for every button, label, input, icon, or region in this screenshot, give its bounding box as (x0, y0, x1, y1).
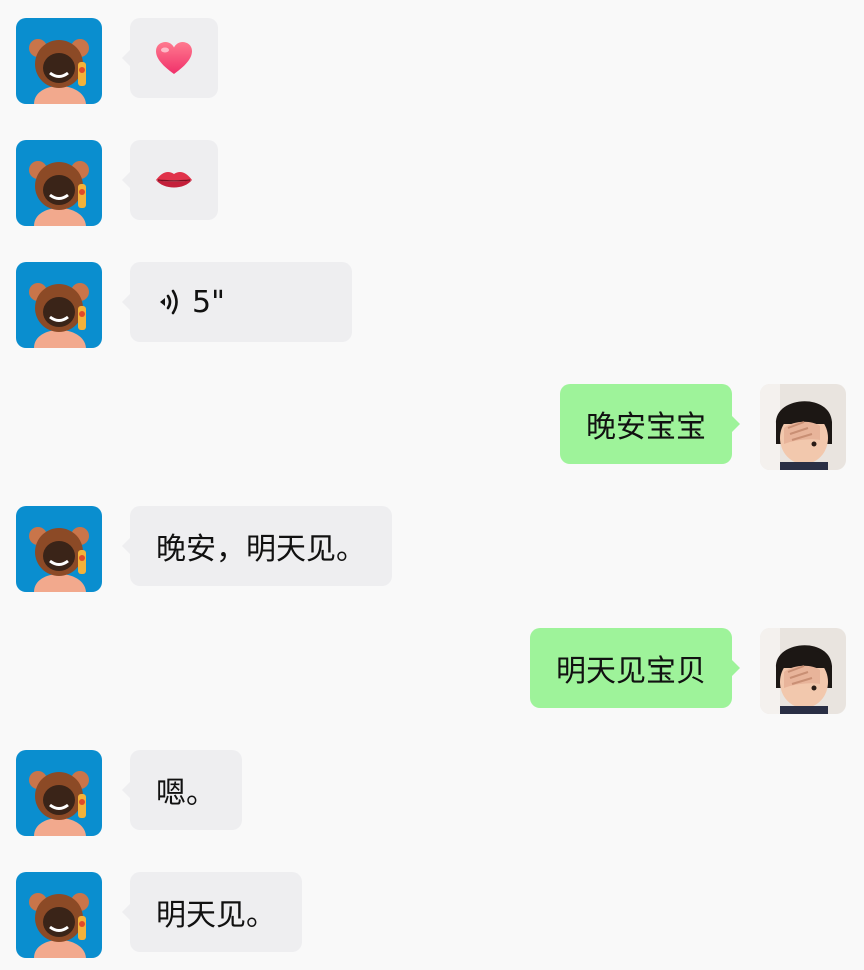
voice-message-bubble[interactable]: 5" (122, 262, 352, 342)
message-row (0, 18, 864, 104)
message-text: 嗯。 (156, 776, 216, 811)
message-bubble[interactable]: 明天见。 (122, 872, 302, 952)
message-row: 嗯。 (0, 750, 864, 836)
message-bubble[interactable]: 明天见宝贝 (530, 628, 740, 708)
child-photo-avatar-icon (760, 628, 846, 714)
message-text: 晚安，明天见。 (156, 532, 366, 567)
child-photo-avatar-icon (760, 384, 846, 470)
message-bubble[interactable]: 晚安，明天见。 (122, 506, 392, 586)
bear-costume-avatar-icon (16, 18, 102, 104)
user-avatar[interactable] (760, 384, 846, 470)
message-bubble[interactable] (122, 140, 218, 220)
bear-costume-avatar-icon (16, 750, 102, 836)
message-row: 晚安，明天见。 (0, 506, 864, 592)
message-row (0, 140, 864, 226)
message-bubble[interactable]: 嗯。 (122, 750, 242, 830)
contact-avatar[interactable] (16, 750, 102, 836)
message-text: 晚安宝宝 (586, 410, 706, 445)
contact-avatar[interactable] (16, 506, 102, 592)
contact-avatar[interactable] (16, 140, 102, 226)
bear-costume-avatar-icon (16, 506, 102, 592)
user-avatar[interactable] (760, 628, 846, 714)
contact-avatar[interactable] (16, 872, 102, 958)
contact-avatar[interactable] (16, 262, 102, 348)
message-text: 明天见。 (156, 898, 276, 933)
chat-view[interactable]: 5" 晚安宝宝 晚安，明天见。 明天见宝贝 嗯。 明天见。 (0, 0, 864, 970)
bear-costume-avatar-icon (16, 140, 102, 226)
message-text: 明天见宝贝 (556, 654, 706, 689)
voice-wave-icon (156, 287, 182, 317)
lips-icon (156, 172, 192, 188)
bear-costume-avatar-icon (16, 262, 102, 348)
voice-duration: 5" (192, 284, 225, 320)
message-row: 晚安宝宝 (0, 384, 864, 470)
heart-icon (156, 42, 192, 74)
contact-avatar[interactable] (16, 18, 102, 104)
message-row: 明天见。 (0, 872, 864, 958)
message-bubble[interactable] (122, 18, 218, 98)
bear-costume-avatar-icon (16, 872, 102, 958)
message-row: 明天见宝贝 (0, 628, 864, 714)
message-row: 5" (0, 262, 864, 348)
message-bubble[interactable]: 晚安宝宝 (560, 384, 740, 464)
